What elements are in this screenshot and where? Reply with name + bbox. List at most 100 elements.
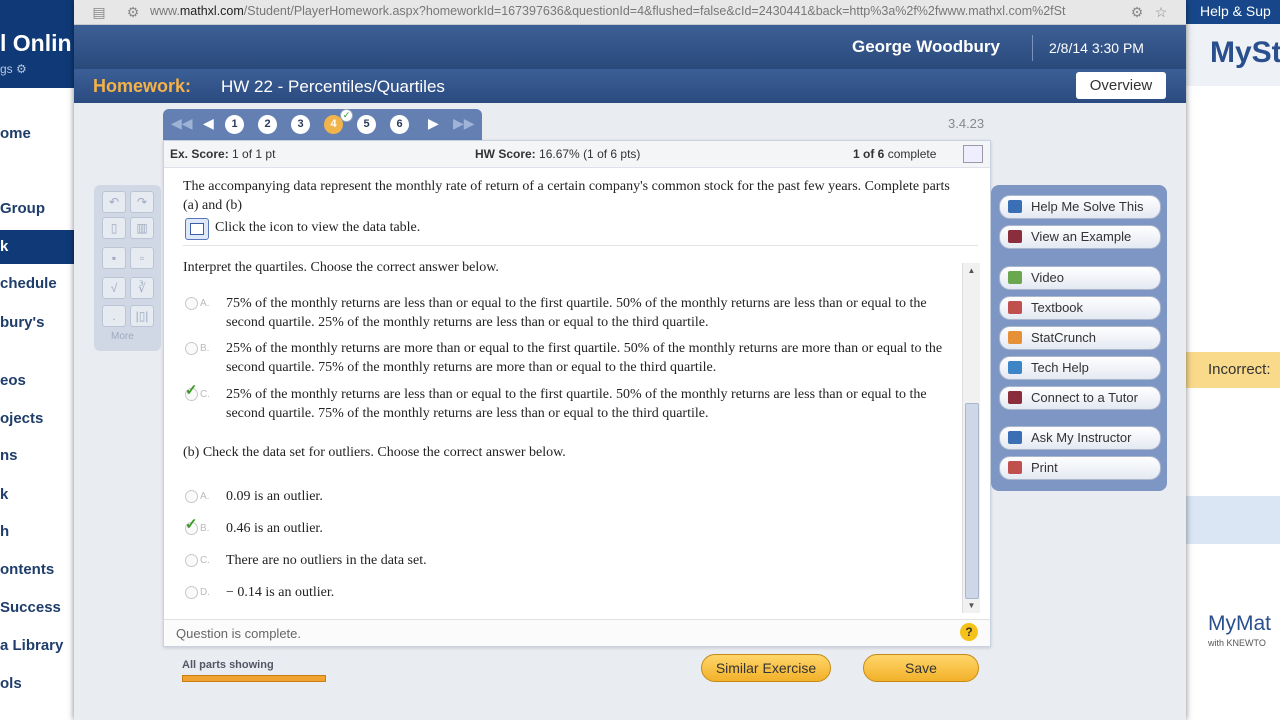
question-number-6[interactable]: 6 (390, 115, 409, 134)
bg-nav-item[interactable]: ome (0, 125, 31, 142)
bg-brand-logo: MyMat (1208, 612, 1271, 635)
bg-nav-item[interactable]: Group (0, 200, 45, 217)
video-button[interactable]: Video (999, 266, 1161, 290)
player-body: ◀◀ ◀ 1 2 3 4 ✓ 5 6 ▶ ▶▶ 3.4.23 ↶ ↷ ▯ ▥ ▪… (74, 103, 1186, 720)
radio-button[interactable] (185, 297, 198, 310)
part-a-option-b[interactable]: B. 25% of the monthly returns are more t… (183, 339, 943, 379)
statcrunch-icon (1008, 331, 1022, 344)
radio-button[interactable] (185, 490, 198, 503)
bg-nav-item[interactable]: ojects (0, 410, 43, 427)
radio-button[interactable] (185, 554, 198, 567)
scroll-down-icon[interactable]: ▼ (963, 598, 980, 613)
scroll-up-icon[interactable]: ▲ (963, 263, 980, 278)
view-an-example-button[interactable]: View an Example (999, 225, 1161, 249)
user-bar: George Woodbury 2/8/14 3:30 PM (74, 25, 1186, 69)
connect-to-tutor-button[interactable]: Connect to a Tutor (999, 386, 1161, 410)
homework-player-window: ▤ ⚙ www.mathxl.com/Student/PlayerHomewor… (74, 0, 1186, 720)
next-question-icon[interactable]: ▶ (428, 115, 439, 132)
bg-brand: l Onlin (0, 30, 72, 56)
completion-status: 1 of 6 complete (853, 147, 937, 161)
bg-nav-item[interactable]: Success (0, 599, 61, 616)
question-navigator: ◀◀ ◀ 1 2 3 4 ✓ 5 6 ▶ ▶▶ (163, 109, 482, 140)
radio-button[interactable] (185, 586, 198, 599)
exercise-version: 3.4.23 (948, 116, 985, 131)
expand-window-icon[interactable] (963, 145, 983, 163)
question-number-3[interactable]: 3 (291, 115, 310, 134)
vertical-scrollbar[interactable]: ▲ ▼ (962, 263, 980, 613)
statcrunch-button[interactable]: StatCrunch (999, 326, 1161, 350)
address-bar[interactable]: ▤ ⚙ www.mathxl.com/Student/PlayerHomewor… (74, 0, 1186, 25)
first-question-icon[interactable]: ◀◀ (171, 115, 193, 132)
parts-progress-bar (182, 675, 326, 682)
part-a-prompt: Interpret the quartiles. Choose the corr… (183, 260, 499, 275)
bg-nav-item[interactable]: bury's (0, 314, 44, 331)
bg-incorrect-banner: Incorrect: (1186, 352, 1280, 388)
bg-nav-item-active[interactable]: k (0, 230, 78, 264)
homework-score: HW Score: 16.67% (1 of 6 pts) (475, 147, 641, 161)
absolute-value-icon[interactable]: |▯| (130, 305, 154, 327)
bg-settings-link[interactable]: gs ⚙ (0, 62, 27, 76)
redo-icon[interactable]: ↷ (130, 191, 154, 213)
question-scroll-area[interactable]: Interpret the quartiles. Choose the corr… (164, 251, 990, 621)
save-button[interactable]: Save (863, 654, 979, 682)
bg-nav-item[interactable]: chedule (0, 275, 57, 292)
completed-check-icon: ✓ (340, 109, 353, 122)
part-a-option-c-selected[interactable]: ✓ C. 25% of the monthly returns are less… (183, 383, 943, 425)
score-bar: Ex. Score: 1 of 1 pt HW Score: 16.67% (1… (164, 141, 990, 168)
subscript-icon[interactable]: ▫ (130, 247, 154, 269)
overview-button[interactable]: Overview (1076, 72, 1166, 99)
part-b-option-c[interactable]: C. There are no outliers in the data set… (183, 551, 943, 571)
sqrt-icon[interactable]: √ (102, 277, 126, 299)
bg-nav-item[interactable]: ns (0, 447, 18, 464)
fraction-icon[interactable]: ▯ (102, 217, 126, 239)
background-page-left: l Onlin gs ⚙ ome Group k chedule bury's … (0, 0, 78, 720)
scrollbar-thumb[interactable] (965, 403, 979, 599)
question-number-1[interactable]: 1 (225, 115, 244, 134)
textbook-icon (1008, 301, 1022, 314)
previous-question-icon[interactable]: ◀ (203, 115, 214, 132)
part-a-option-a[interactable]: A. 75% of the monthly returns are less t… (183, 294, 943, 334)
part-b-option-d[interactable]: D. − 0.14 is an outlier. (183, 583, 943, 603)
similar-exercise-button[interactable]: Similar Exercise (701, 654, 831, 682)
user-name: George Woodbury (852, 37, 1000, 56)
undo-icon[interactable]: ↶ (102, 191, 126, 213)
settings-icon[interactable]: ⚙ (1128, 3, 1146, 21)
bg-band (1186, 496, 1280, 544)
url-text[interactable]: www.mathxl.com/Student/PlayerHomework.as… (150, 4, 1065, 18)
math-tools-palette: ↶ ↷ ▯ ▥ ▪ ▫ √ ∛ . |▯| More (94, 185, 161, 351)
settings-icon: ⚙ (126, 4, 140, 20)
question-status-bar: Question is complete. ? (164, 619, 990, 646)
print-icon (1008, 461, 1022, 474)
question-number-2[interactable]: 2 (258, 115, 277, 134)
star-icon[interactable]: ☆ (1152, 3, 1170, 21)
data-table-link-text: Click the icon to view the data table. (215, 220, 421, 235)
instructor-icon (1008, 431, 1022, 444)
exponent-icon[interactable]: ▪ (102, 247, 126, 269)
help-me-solve-this-button[interactable]: Help Me Solve This (999, 195, 1161, 219)
checkmark-icon: ✓ (185, 517, 198, 533)
textbook-button[interactable]: Textbook (999, 296, 1161, 320)
bg-nav-item[interactable]: ols (0, 675, 22, 692)
decimal-icon[interactable]: . (102, 305, 126, 327)
homework-label: Homework: (93, 76, 192, 96)
homework-title-bar: Homework: HW 22 - Percentiles/Quartiles … (74, 69, 1186, 103)
part-b-option-b-selected[interactable]: ✓ B. 0.46 is an outlier. (183, 517, 943, 539)
last-question-icon[interactable]: ▶▶ (453, 115, 475, 132)
question-number-5[interactable]: 5 (357, 115, 376, 134)
mixed-number-icon[interactable]: ▥ (130, 217, 154, 239)
ask-my-instructor-button[interactable]: Ask My Instructor (999, 426, 1161, 450)
part-b-option-a[interactable]: A. 0.09 is an outlier. (183, 487, 943, 507)
bg-nav-item[interactable]: a Library (0, 637, 63, 654)
radio-button[interactable] (185, 342, 198, 355)
nth-root-icon[interactable]: ∛ (130, 277, 154, 299)
tech-help-button[interactable]: Tech Help (999, 356, 1161, 380)
more-tools-button[interactable]: More (111, 331, 134, 342)
bg-nav-item[interactable]: h (0, 523, 9, 540)
data-table-icon[interactable] (185, 218, 209, 240)
print-button[interactable]: Print (999, 456, 1161, 480)
bg-nav-item[interactable]: ontents (0, 561, 54, 578)
bg-nav-item[interactable]: eos (0, 372, 26, 389)
bg-help-link[interactable]: Help & Sup (1186, 0, 1280, 24)
bg-nav-item[interactable]: k (0, 486, 8, 503)
help-icon[interactable]: ? (960, 623, 978, 641)
